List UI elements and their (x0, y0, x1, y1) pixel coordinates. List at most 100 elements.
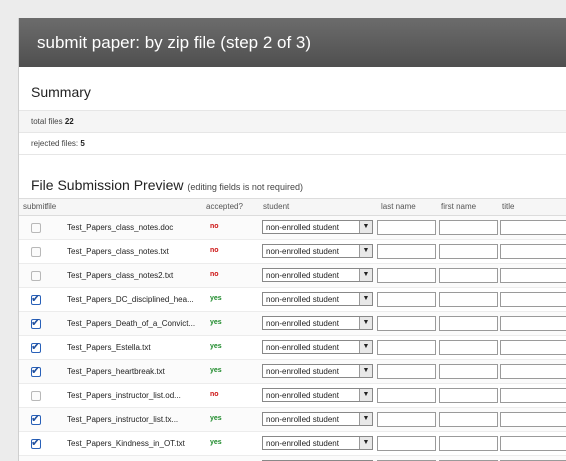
student-select-value: non-enrolled student (266, 367, 339, 376)
last-name-input[interactable] (377, 388, 436, 403)
submit-checkbox[interactable] (31, 223, 41, 233)
title-input[interactable] (500, 244, 566, 259)
last-name-input[interactable] (377, 268, 436, 283)
title-input[interactable] (500, 340, 566, 355)
col-accepted: accepted? (206, 202, 243, 211)
first-name-input[interactable] (439, 292, 498, 307)
submit-checkbox[interactable] (31, 271, 41, 281)
submit-checkbox[interactable] (31, 292, 41, 305)
student-select-value: non-enrolled student (266, 271, 339, 280)
file-name: Test_Papers_heartbreak.txt (67, 367, 165, 376)
dropdown-arrow-icon: ▼ (359, 437, 372, 449)
title-input[interactable] (500, 316, 566, 331)
title-input[interactable] (500, 220, 566, 235)
accepted-status: yes (210, 295, 222, 302)
last-name-input[interactable] (377, 244, 436, 259)
dropdown-arrow-icon: ▼ (359, 413, 372, 425)
file-name: Test_Papers_instructor_list.od... (67, 391, 181, 400)
last-name-input[interactable] (377, 436, 436, 451)
submit-checkbox[interactable] (31, 412, 41, 425)
table-row: Test_Papers_class_notes.txt no non-enrolle… (19, 240, 566, 264)
dropdown-arrow-icon: ▼ (359, 317, 372, 329)
last-name-input[interactable] (377, 340, 436, 355)
student-select[interactable]: non-enrolled student ▼ (262, 340, 373, 354)
last-name-input[interactable] (377, 292, 436, 307)
rejected-files-label: rejected files: (31, 139, 79, 148)
submit-checkbox[interactable] (31, 436, 41, 449)
col-file: file (46, 202, 57, 211)
student-select[interactable]: non-enrolled student ▼ (262, 220, 373, 234)
page-title: submit paper: by zip file (step 2 of 3) (19, 18, 566, 67)
submission-table-body: Test_Papers_class_notes.doc no non-enrolle… (19, 216, 566, 461)
title-input[interactable] (500, 412, 566, 427)
first-name-input[interactable] (439, 436, 498, 451)
submit-paper-panel: submit paper: by zip file (step 2 of 3) … (18, 18, 566, 461)
first-name-input[interactable] (439, 220, 498, 235)
submit-checkbox[interactable] (31, 247, 41, 257)
first-name-input[interactable] (439, 316, 498, 331)
first-name-input[interactable] (439, 388, 498, 403)
accepted-status: yes (210, 439, 222, 446)
student-select[interactable]: non-enrolled student ▼ (262, 364, 373, 378)
student-select[interactable]: non-enrolled student ▼ (262, 244, 373, 258)
student-select[interactable]: non-enrolled student ▼ (262, 388, 373, 402)
student-select[interactable]: non-enrolled student ▼ (262, 268, 373, 282)
first-name-input[interactable] (439, 340, 498, 355)
first-name-input[interactable] (439, 364, 498, 379)
accepted-status: yes (210, 367, 222, 374)
student-select-value: non-enrolled student (266, 247, 339, 256)
student-select-value: non-enrolled student (266, 439, 339, 448)
submit-checkbox[interactable] (31, 391, 41, 401)
student-select[interactable]: non-enrolled student ▼ (262, 412, 373, 426)
student-select-value: non-enrolled student (266, 319, 339, 328)
first-name-input[interactable] (439, 412, 498, 427)
student-select-value: non-enrolled student (266, 343, 339, 352)
table-header: submit file accepted? student last name … (19, 198, 566, 216)
student-select-value: non-enrolled student (266, 391, 339, 400)
table-row: Test_Papers_class_notes.doc no non-enrolle… (19, 216, 566, 240)
dropdown-arrow-icon: ▼ (359, 221, 372, 233)
table-row: Test_Papers_Oliver_Twist_Symbo...yesnon-… (19, 456, 566, 461)
student-select[interactable]: non-enrolled student ▼ (262, 316, 373, 330)
file-name: Test_Papers_class_notes2.txt (67, 271, 174, 280)
student-select[interactable]: non-enrolled student ▼ (262, 292, 373, 306)
table-row: Test_Papers_DC_disciplined_hea... yes non-… (19, 288, 566, 312)
student-select[interactable]: non-enrolled student ▼ (262, 436, 373, 450)
title-input[interactable] (500, 436, 566, 451)
preview-title-line: File Submission Preview (editing fields … (19, 176, 566, 194)
submit-checkbox[interactable] (31, 316, 41, 329)
last-name-input[interactable] (377, 412, 436, 427)
table-row: Test_Papers_heartbreak.txt yes non-enrolle… (19, 360, 566, 384)
last-name-input[interactable] (377, 364, 436, 379)
table-row: Test_Papers_Death_of_a_Convict... yes non-… (19, 312, 566, 336)
dropdown-arrow-icon: ▼ (359, 365, 372, 377)
table-row: Test_Papers_instructor_list.tx... yes non-… (19, 408, 566, 432)
submit-checkbox[interactable] (31, 364, 41, 377)
student-select-value: non-enrolled student (266, 223, 339, 232)
title-input[interactable] (500, 388, 566, 403)
accepted-status: yes (210, 415, 222, 422)
first-name-input[interactable] (439, 244, 498, 259)
col-submit: submit (23, 202, 47, 211)
file-name: Test_Papers_instructor_list.tx... (67, 415, 179, 424)
last-name-input[interactable] (377, 220, 436, 235)
last-name-input[interactable] (377, 316, 436, 331)
col-last-name: last name (381, 202, 416, 211)
title-input[interactable] (500, 364, 566, 379)
title-input[interactable] (500, 292, 566, 307)
first-name-input[interactable] (439, 268, 498, 283)
submit-checkbox[interactable] (31, 340, 41, 353)
accepted-status: no (210, 223, 219, 230)
col-title: title (502, 202, 515, 211)
table-row: Test_Papers_Kindness_in_OT.txt yes non-enr… (19, 432, 566, 456)
file-name: Test_Papers_Death_of_a_Convict... (67, 319, 196, 328)
accepted-status: no (210, 391, 219, 398)
accepted-status: yes (210, 319, 222, 326)
rejected-files-value: 5 (80, 139, 85, 148)
accepted-status: yes (210, 343, 222, 350)
file-name: Test_Papers_class_notes.txt (67, 247, 169, 256)
accepted-status: no (210, 271, 219, 278)
student-select-value: non-enrolled student (266, 295, 339, 304)
dropdown-arrow-icon: ▼ (359, 389, 372, 401)
title-input[interactable] (500, 268, 566, 283)
